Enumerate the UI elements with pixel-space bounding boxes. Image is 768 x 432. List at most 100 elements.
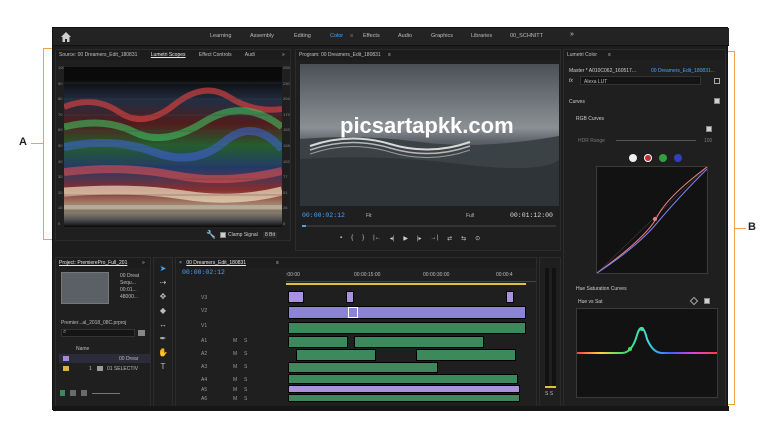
clip-v1[interactable]	[288, 306, 526, 319]
hand-tool-icon[interactable]: ✋	[158, 348, 168, 358]
project-row-bin[interactable]: 1 01 SELECTIV	[59, 364, 151, 373]
zoom-slider[interactable]	[92, 393, 120, 394]
clip-a3[interactable]	[416, 349, 516, 361]
resolution-select[interactable]: Full	[466, 213, 474, 219]
clip-a3[interactable]	[296, 349, 376, 361]
go-to-out-button[interactable]: →|	[431, 235, 439, 242]
tab-effect-controls[interactable]: Effect Controls	[199, 52, 232, 58]
timeline-timecode[interactable]: 00:00:02:12	[182, 269, 225, 276]
clip-a6[interactable]	[288, 385, 520, 393]
timeline-ruler[interactable]: :00:00 00:00:15:00 00:00:30:00 00:00:4	[286, 272, 536, 282]
workspace-editing[interactable]: Editing	[294, 33, 311, 39]
lut-select[interactable]: Alexa LUT	[580, 76, 701, 85]
tab-audio[interactable]: Audi	[245, 52, 255, 58]
add-marker-button[interactable]: ▪	[340, 235, 342, 242]
program-playhead-bar[interactable]	[302, 225, 556, 227]
eyedropper-icon[interactable]	[689, 296, 699, 306]
reset-icon[interactable]	[714, 78, 720, 84]
lift-button[interactable]: ⇄	[447, 235, 452, 242]
program-menu[interactable]: ≡	[388, 50, 391, 60]
mark-out-button[interactable]: }	[362, 235, 364, 242]
workspace-audio[interactable]: Audio	[398, 33, 412, 39]
tab-source[interactable]: Source: 00 Dreamers_Edit_180831	[59, 52, 137, 58]
project-search-input[interactable]: ⌕	[61, 329, 135, 337]
timeline-close-icon[interactable]: ×	[179, 260, 182, 266]
hdr-range-slider[interactable]	[616, 140, 696, 141]
selected-clip[interactable]	[348, 307, 358, 318]
timeline-work-area[interactable]	[286, 283, 526, 285]
hue-sat-curves-section[interactable]: Hue Saturation Curves	[576, 286, 627, 292]
lumetri-master-clip[interactable]: Master * A010C062_160517...	[569, 68, 636, 74]
clip-v3[interactable]	[506, 291, 514, 303]
project-more-button[interactable]: »	[142, 258, 145, 268]
curve-channel-white[interactable]	[629, 154, 637, 162]
lumetri-menu[interactable]: ≡	[608, 50, 611, 60]
program-title[interactable]: Program: 00 Dreamers_Edit_180831	[299, 52, 381, 58]
hdr-checkbox[interactable]	[706, 126, 712, 132]
workspace-learning[interactable]: Learning	[210, 33, 231, 39]
clamp-signal-checkbox[interactable]	[220, 232, 226, 238]
project-item-thumbnail[interactable]	[61, 272, 109, 304]
ripple-edit-tool-icon[interactable]: ✥	[158, 292, 168, 302]
curve-channel-green[interactable]	[659, 154, 667, 162]
curve-channel-blue[interactable]	[674, 154, 682, 162]
step-back-button[interactable]: ◂|	[390, 235, 395, 242]
audio-meter-solo-label[interactable]: S S	[545, 391, 553, 397]
lock-icon[interactable]	[60, 390, 65, 396]
extract-button[interactable]: ⇆	[461, 235, 466, 242]
icon-view-icon[interactable]	[81, 390, 87, 396]
hue-vs-sat-graph[interactable]	[576, 308, 718, 398]
export-frame-button[interactable]: ⊙	[475, 235, 480, 242]
workspace-graphics[interactable]: Graphics	[431, 33, 453, 39]
clip-a6[interactable]	[288, 394, 520, 402]
lumetri-target-clip[interactable]: 00 Dreamers_Edit_180831...	[651, 68, 715, 74]
timeline-menu[interactable]: ≡	[276, 258, 279, 268]
rgb-curve-graph[interactable]	[596, 166, 708, 274]
workspace-color-menu[interactable]: ≡	[350, 33, 353, 39]
column-name-header[interactable]: Name	[76, 346, 89, 352]
clip-a4[interactable]	[288, 362, 438, 373]
wrench-icon[interactable]: 🔧	[206, 230, 216, 240]
track-select-tool-icon[interactable]: ⇢	[158, 278, 168, 288]
workspace-assembly[interactable]: Assembly	[250, 33, 274, 39]
pen-tool-icon[interactable]: ✒	[158, 334, 168, 344]
clip-a5[interactable]	[288, 374, 518, 384]
clip-v3[interactable]	[288, 291, 304, 303]
clip-a1[interactable]	[288, 322, 526, 334]
new-bin-icon[interactable]	[138, 330, 145, 336]
workspace-libraries[interactable]: Libraries	[471, 33, 492, 39]
razor-tool-icon[interactable]: ◆	[158, 306, 168, 316]
home-icon[interactable]	[60, 31, 72, 43]
mark-in-button[interactable]: {	[351, 235, 353, 242]
hue-sat-checkbox[interactable]	[704, 298, 710, 304]
tab-lumetri-scopes[interactable]: Lumetri Scopes	[151, 52, 186, 58]
workspace-color[interactable]: Color	[330, 33, 343, 39]
fit-select[interactable]: Fit	[366, 213, 372, 219]
project-row-sequence[interactable]: 00 Drear	[59, 354, 151, 363]
project-title[interactable]: Project: PremierePro_Full_201	[59, 260, 127, 266]
workspace-more-button[interactable]: »	[570, 31, 574, 38]
clip-a2[interactable]	[354, 336, 484, 348]
timeline-title[interactable]: 00 Dreamers_Edit_180831	[186, 260, 246, 266]
rgb-curves-section[interactable]: RGB Curves	[576, 116, 604, 122]
workspace-effects[interactable]: Effects	[363, 33, 380, 39]
step-forward-button[interactable]: |▸	[417, 235, 422, 242]
curve-channel-red[interactable]	[644, 154, 652, 162]
scopes-more-button[interactable]: »	[282, 50, 285, 60]
list-view-icon[interactable]	[70, 390, 76, 396]
clip-a2[interactable]	[288, 336, 348, 348]
curves-section[interactable]: Curves	[569, 99, 585, 105]
play-button[interactable]: ▶	[403, 235, 408, 242]
type-tool-icon[interactable]: T	[158, 362, 168, 372]
clip-v3[interactable]	[346, 291, 354, 303]
selection-tool-icon[interactable]: ➤	[158, 264, 168, 274]
program-playhead[interactable]	[302, 225, 306, 227]
lumetri-title[interactable]: Lumetri Color	[567, 52, 597, 58]
slip-tool-icon[interactable]: ↔	[158, 320, 168, 330]
go-to-in-button[interactable]: |←	[373, 235, 381, 242]
bit-depth-select[interactable]: 8 Bit	[263, 232, 278, 238]
program-timecode[interactable]: 00:00:02:12	[302, 212, 345, 219]
workspace-schnitt[interactable]: 00_SCHNITT	[510, 33, 543, 39]
project-item-name[interactable]: 00 Dreat	[120, 273, 139, 279]
curves-enabled-checkbox[interactable]	[714, 98, 720, 104]
